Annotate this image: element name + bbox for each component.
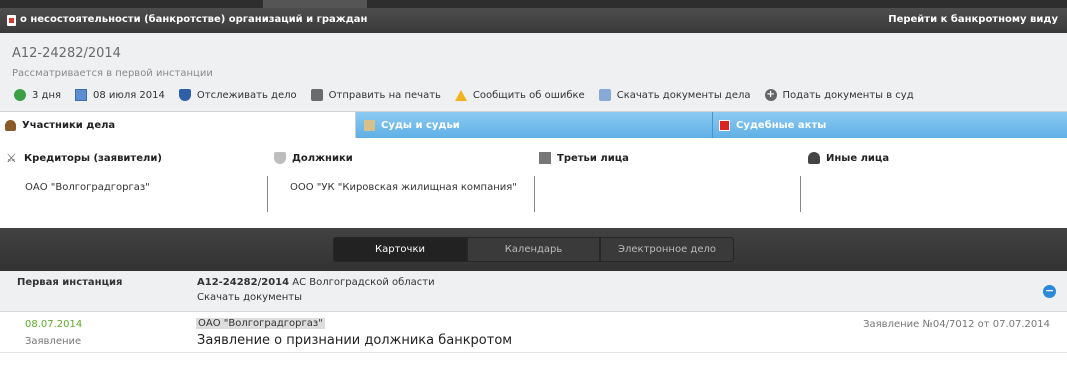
debtors-header-label: Должники <box>292 152 353 164</box>
person-icon <box>5 119 16 131</box>
case-header: А12-24282/2014 Рассматривается в первой … <box>0 33 1067 112</box>
event-date: 08.07.2014 <box>25 319 83 330</box>
tab-courts-judges[interactable]: Суды и судьи <box>356 112 712 138</box>
title-bar: о несостоятельности (банкротстве) органи… <box>0 8 1067 33</box>
event-description[interactable]: Заявление о признании должника банкротом <box>197 333 512 348</box>
print-button[interactable]: Отправить на печать <box>310 89 441 101</box>
other-parties-header: Иные лица <box>808 152 889 164</box>
view-calendar-button[interactable]: Календарь <box>467 237 600 262</box>
view-switch-bar: Карточки Календарь Электронное дело <box>0 228 1067 271</box>
submit-docs-button[interactable]: + Подать документы в суд <box>764 89 914 101</box>
case-date[interactable]: 08 июля 2014 <box>75 89 165 101</box>
track-case-label: Отслеживать дело <box>196 89 297 101</box>
shield-icon <box>274 152 286 164</box>
tab-court-acts[interactable]: Судебные акты <box>712 112 1067 138</box>
instance-label: Первая инстанция <box>17 277 123 288</box>
creditors-header: ⚔ Кредиторы (заявители) <box>6 152 162 164</box>
debtors-header: Должники <box>274 152 353 164</box>
pdf-icon <box>719 119 730 131</box>
event-party: ОАО "Волгоградгоргаз" <box>196 318 325 329</box>
instance-court: АС Волгоградской области <box>292 277 435 288</box>
creditors-header-label: Кредиторы (заявители) <box>24 152 162 164</box>
case-date-label: 08 июля 2014 <box>93 89 165 101</box>
event-type: Заявление <box>25 336 82 347</box>
third-parties-header: Третьи лица <box>539 152 629 164</box>
top-strip-marker <box>263 0 367 8</box>
building-icon <box>539 152 551 164</box>
case-status: Рассматривается в первой инстанции <box>12 68 213 79</box>
tab-participants-label: Участники дела <box>22 119 116 131</box>
case-tabs: Участники дела Суды и судьи Судебные акт… <box>0 112 1067 138</box>
track-case-button[interactable]: Отслеживать дело <box>178 89 297 101</box>
debtor-name[interactable]: ООО "УК "Кировская жилищная компания" <box>290 182 517 193</box>
goto-bankruptcy-view-link[interactable]: Перейти к банкротному виду <box>888 14 1058 25</box>
tab-acts-label: Судебные акты <box>736 119 827 131</box>
list-item: 08.07.2014 Заявление ОАО "Волгоградгорга… <box>0 312 1067 353</box>
tab-courts-label: Суды и судьи <box>381 119 460 131</box>
view-cards-button[interactable]: Карточки <box>333 237 467 262</box>
calendar-icon <box>75 89 88 101</box>
third-parties-column: Третьи лица <box>535 146 801 216</box>
page-title: о несостоятельности (банкротстве) органи… <box>20 14 368 25</box>
case-number: А12-24282/2014 <box>12 46 121 61</box>
printer-icon <box>310 89 323 101</box>
document-icon <box>7 15 16 26</box>
days-counter: 3 дня <box>14 89 61 101</box>
download-case-docs-button[interactable]: Скачать документы дела <box>598 89 751 101</box>
creditor-name[interactable]: ОАО "Волгоградгоргаз" <box>25 182 150 193</box>
instance-download-docs-link[interactable]: Скачать документы <box>197 292 302 303</box>
instance-case: А12-24282/2014 АС Волгоградской области <box>197 277 435 288</box>
submit-docs-label: Подать документы в суд <box>782 89 914 101</box>
clock-icon <box>14 89 26 101</box>
other-parties-column: Иные лица <box>801 146 1067 216</box>
report-error-label: Сообщить об ошибке <box>472 89 585 101</box>
report-error-button[interactable]: Сообщить об ошибке <box>454 89 585 101</box>
days-counter-label: 3 дня <box>32 89 62 101</box>
case-actions: 3 дня 08 июля 2014 Отслеживать дело Отпр… <box>14 87 928 103</box>
top-strip <box>0 0 1067 8</box>
event-reference: Заявление №04/7012 от 07.07.2014 <box>863 319 1050 330</box>
download-case-docs-label: Скачать документы дела <box>616 89 751 101</box>
collapse-icon[interactable]: − <box>1043 285 1056 298</box>
print-label: Отправить на печать <box>328 89 441 101</box>
creditors-column: ⚔ Кредиторы (заявители) ОАО "Волгоградго… <box>0 146 268 216</box>
participants-panel: ⚔ Кредиторы (заявители) ОАО "Волгоградго… <box>0 146 1067 216</box>
download-icon <box>598 89 611 101</box>
person-icon <box>808 152 820 164</box>
instance-case-number[interactable]: А12-24282/2014 <box>197 277 289 288</box>
swords-icon: ⚔ <box>6 151 17 165</box>
plus-icon: + <box>764 89 777 101</box>
shield-icon <box>178 89 191 101</box>
other-parties-header-label: Иные лица <box>826 152 890 164</box>
court-icon <box>364 119 375 131</box>
debtors-column: Должники ООО "УК "Кировская жилищная ком… <box>268 146 535 216</box>
tab-participants[interactable]: Участники дела <box>0 112 356 138</box>
view-electronic-case-button[interactable]: Электронное дело <box>600 237 734 262</box>
warning-icon <box>454 89 467 101</box>
instance-header: Первая инстанция А12-24282/2014 АС Волго… <box>0 271 1067 312</box>
third-parties-header-label: Третьи лица <box>557 152 629 164</box>
